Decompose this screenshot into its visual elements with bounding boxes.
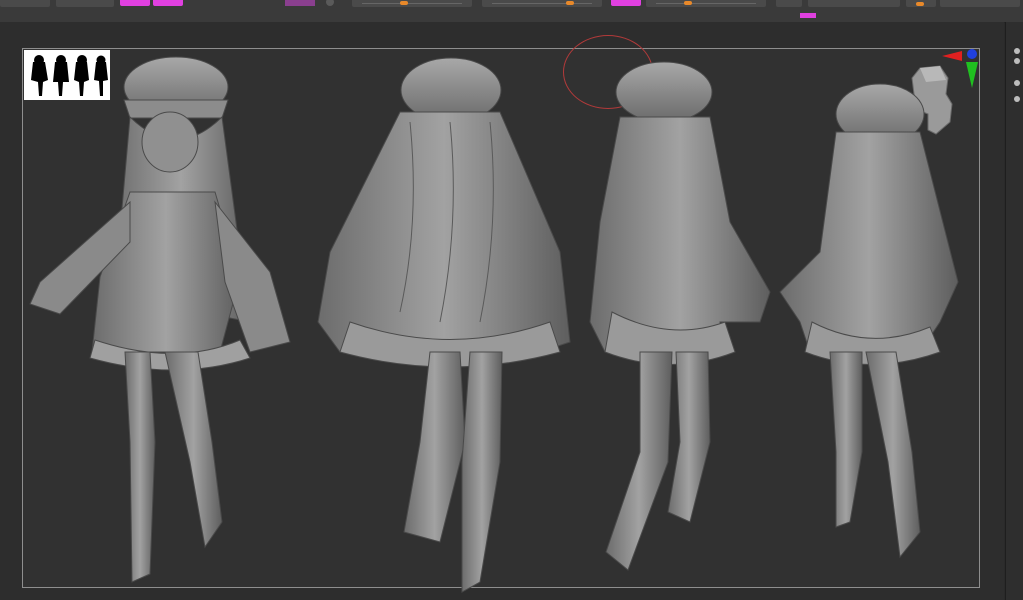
- figure-front[interactable]: [29, 56, 291, 583]
- active-indicator: [800, 13, 816, 18]
- shelf-button[interactable]: [1014, 96, 1020, 102]
- right-shelf: [1005, 22, 1023, 600]
- toolbar-toggle[interactable]: [153, 0, 183, 6]
- toolbar-button[interactable]: [776, 0, 802, 7]
- toolbar-dot-button[interactable]: [326, 0, 334, 6]
- model-views[interactable]: [0, 22, 1004, 600]
- toolbar-slider[interactable]: [352, 0, 472, 7]
- toolbar-button[interactable]: [56, 0, 114, 7]
- toolbar-slider[interactable]: [482, 0, 602, 7]
- toolbar-toggle[interactable]: [120, 0, 150, 6]
- top-toolbar: [0, 0, 1023, 23]
- viewport-canvas[interactable]: [0, 22, 1004, 600]
- shelf-button[interactable]: [1014, 80, 1020, 86]
- toolbar-button[interactable]: [906, 0, 936, 7]
- toolbar-toggle[interactable]: [285, 0, 315, 6]
- toolbar-button[interactable]: [0, 0, 50, 7]
- toolbar-dropdown[interactable]: [808, 0, 900, 7]
- figure-side[interactable]: [589, 61, 771, 571]
- figure-back[interactable]: [317, 57, 571, 593]
- shelf-button[interactable]: [1014, 58, 1020, 64]
- figure-three-quarter[interactable]: [779, 83, 959, 559]
- toolbar-toggle[interactable]: [611, 0, 641, 6]
- shelf-button[interactable]: [1014, 48, 1020, 54]
- toolbar-slider[interactable]: [646, 0, 766, 7]
- toolbar-readout: [940, 0, 1020, 7]
